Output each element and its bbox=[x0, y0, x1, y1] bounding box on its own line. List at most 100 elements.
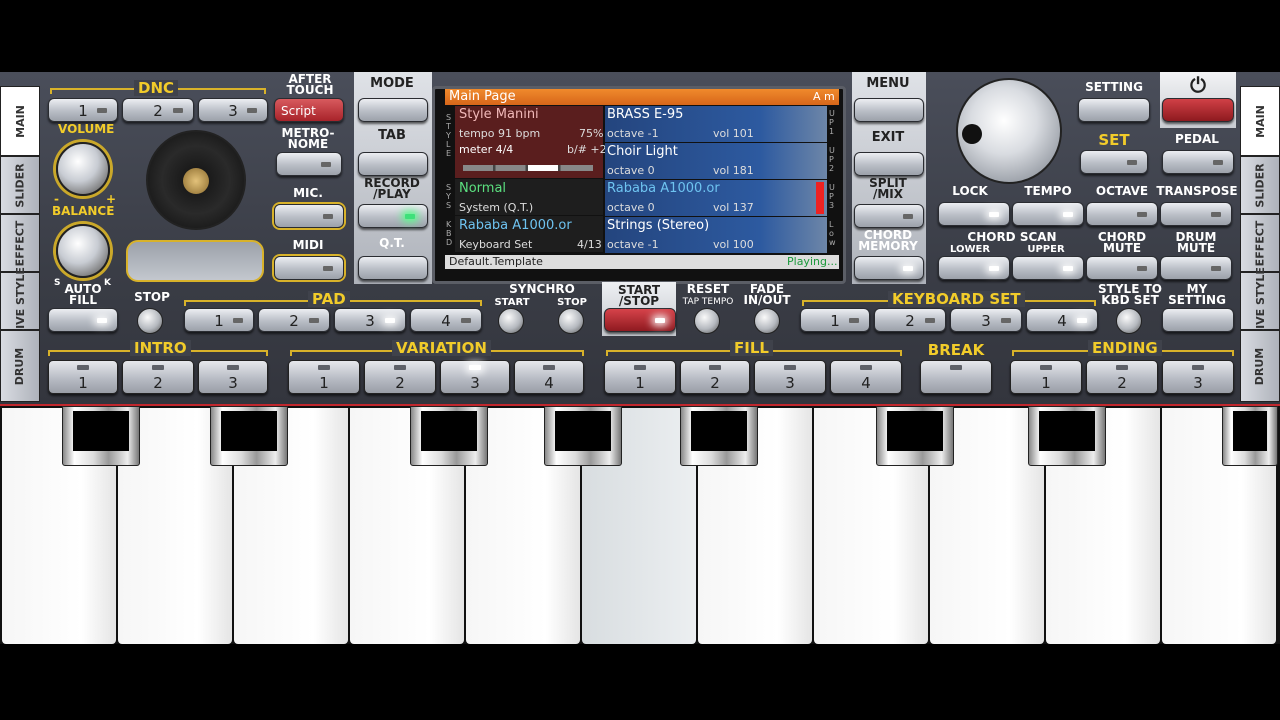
lcd-chord: A m bbox=[813, 90, 835, 103]
lcd-part-1-octave: octave -1 bbox=[607, 127, 659, 140]
fill-button-2[interactable]: 2 bbox=[680, 360, 750, 394]
right-tab-drum[interactable]: DRUM bbox=[1240, 330, 1280, 402]
black-key-2[interactable] bbox=[210, 406, 288, 466]
intro-button-3[interactable]: 3 bbox=[198, 360, 268, 394]
record-button[interactable] bbox=[358, 204, 428, 228]
ending-button-1[interactable]: 1 bbox=[1010, 360, 1082, 394]
keyboard-set-button-3[interactable]: 3 bbox=[950, 308, 1022, 332]
dnc-led-3 bbox=[247, 108, 257, 113]
right-tab-slider[interactable]: SLIDER bbox=[1240, 156, 1280, 214]
fill-button-4[interactable]: 4 bbox=[830, 360, 902, 394]
black-key-1[interactable] bbox=[62, 406, 140, 466]
chord-scan-upper-button[interactable] bbox=[1012, 256, 1084, 280]
reset-knob[interactable] bbox=[694, 308, 720, 334]
lcd-side-style: STYLE bbox=[446, 113, 452, 158]
left-tab-main[interactable]: MAIN bbox=[0, 86, 40, 156]
lock-led bbox=[989, 212, 999, 217]
auto-fill-button[interactable] bbox=[48, 308, 118, 332]
tab-label: TAB bbox=[378, 128, 406, 143]
midi-button[interactable] bbox=[274, 256, 344, 280]
keyboard-set-button-1[interactable]: 1 bbox=[800, 308, 870, 332]
variation-button-2[interactable]: 2 bbox=[364, 360, 436, 394]
setting-button[interactable] bbox=[1078, 98, 1150, 122]
chord-mute-button[interactable] bbox=[1086, 256, 1158, 280]
transpose-button[interactable] bbox=[1160, 202, 1232, 226]
power-icon: ⏻ bbox=[1190, 73, 1206, 97]
synchro-start-knob[interactable] bbox=[498, 308, 524, 334]
right-tab-effect[interactable]: EFFECT bbox=[1240, 214, 1280, 272]
menu-button[interactable] bbox=[854, 98, 924, 122]
fade-knob[interactable] bbox=[754, 308, 780, 334]
intro-button-1[interactable]: 1 bbox=[48, 360, 118, 394]
left-tab-effect[interactable]: EFFECT bbox=[0, 214, 40, 272]
lock-button[interactable] bbox=[938, 202, 1010, 226]
balance-knob[interactable] bbox=[56, 224, 110, 278]
variation-button-4[interactable]: 4 bbox=[514, 360, 584, 394]
dnc-button-3[interactable]: 3 bbox=[198, 98, 268, 122]
mode-button[interactable] bbox=[358, 98, 428, 122]
exit-button[interactable] bbox=[854, 152, 924, 176]
variation-led-4 bbox=[543, 365, 555, 370]
pad-button-1[interactable]: 1 bbox=[184, 308, 254, 332]
pad-led-4 bbox=[461, 318, 471, 323]
variation-button-3[interactable]: 3 bbox=[440, 360, 510, 394]
chord-memory-button[interactable] bbox=[854, 256, 924, 280]
piano-keyboard bbox=[0, 404, 1280, 644]
left-tab-live-style[interactable]: LIVE STYLE bbox=[0, 267, 40, 335]
pad-button-4[interactable]: 4 bbox=[410, 308, 482, 332]
left-tab-slider[interactable]: SLIDER bbox=[0, 156, 40, 214]
start-stop-led bbox=[655, 318, 665, 323]
tempo-button[interactable] bbox=[1012, 202, 1084, 226]
display-slot[interactable] bbox=[126, 240, 264, 282]
tab-button[interactable] bbox=[358, 152, 428, 176]
ending-button-3[interactable]: 3 bbox=[1162, 360, 1234, 394]
my-setting-button[interactable] bbox=[1162, 308, 1234, 332]
black-key-8[interactable] bbox=[1222, 406, 1278, 466]
intro-led-3 bbox=[227, 365, 239, 370]
volume-knob[interactable] bbox=[56, 142, 110, 196]
metronome-button[interactable] bbox=[276, 152, 342, 176]
dnc-button-1[interactable]: 1 bbox=[48, 98, 118, 122]
style-to-kbd-knob[interactable] bbox=[1116, 308, 1142, 334]
variation-button-1[interactable]: 1 bbox=[288, 360, 360, 394]
intro-button-2[interactable]: 2 bbox=[122, 360, 194, 394]
set-button[interactable] bbox=[1080, 150, 1148, 174]
ending-button-2[interactable]: 2 bbox=[1086, 360, 1158, 394]
split-button[interactable] bbox=[854, 204, 924, 228]
synchro-stop-knob[interactable] bbox=[558, 308, 584, 334]
black-key-4[interactable] bbox=[544, 406, 622, 466]
right-tab-main[interactable]: MAIN bbox=[1240, 86, 1280, 156]
drum-mute-button[interactable] bbox=[1160, 256, 1232, 280]
start-stop-button[interactable] bbox=[604, 308, 676, 332]
black-key-7[interactable] bbox=[1028, 406, 1106, 466]
ending-led-3 bbox=[1192, 365, 1204, 370]
qt-button[interactable] bbox=[358, 256, 428, 280]
power-button[interactable] bbox=[1162, 98, 1234, 122]
pad-button-3[interactable]: 3 bbox=[334, 308, 406, 332]
black-key-5[interactable] bbox=[680, 406, 758, 466]
midi-led bbox=[323, 266, 333, 271]
fill-button-3[interactable]: 3 bbox=[754, 360, 826, 394]
mic-led bbox=[323, 214, 333, 219]
black-key-3[interactable] bbox=[410, 406, 488, 466]
pad-stop-knob[interactable] bbox=[137, 308, 163, 334]
black-key-6[interactable] bbox=[876, 406, 954, 466]
chord-memory-label: CHORD MEMORY bbox=[858, 228, 918, 253]
break-button[interactable] bbox=[920, 360, 992, 394]
right-tab-live-style[interactable]: LIVE STYLE bbox=[1240, 267, 1280, 335]
pedal-button[interactable] bbox=[1162, 150, 1234, 174]
chord-scan-lower-button[interactable] bbox=[938, 256, 1010, 280]
lcd-meter: meter 4/4 bbox=[459, 143, 514, 156]
auto-fill-label: AUTO FILL bbox=[64, 282, 102, 307]
drum-mute-label: DRUM MUTE bbox=[1175, 230, 1217, 255]
variation-led-3 bbox=[469, 365, 481, 370]
fill-button-1[interactable]: 1 bbox=[604, 360, 676, 394]
dnc-button-2[interactable]: 2 bbox=[122, 98, 194, 122]
pad-button-2[interactable]: 2 bbox=[258, 308, 330, 332]
left-tab-drum[interactable]: DRUM bbox=[0, 330, 40, 402]
keyboard-set-button-4[interactable]: 4 bbox=[1026, 308, 1098, 332]
octave-button[interactable] bbox=[1086, 202, 1158, 226]
keyboard-set-button-2[interactable]: 2 bbox=[874, 308, 946, 332]
mic-button[interactable] bbox=[274, 204, 344, 228]
after-touch-button[interactable]: Script bbox=[274, 98, 344, 122]
